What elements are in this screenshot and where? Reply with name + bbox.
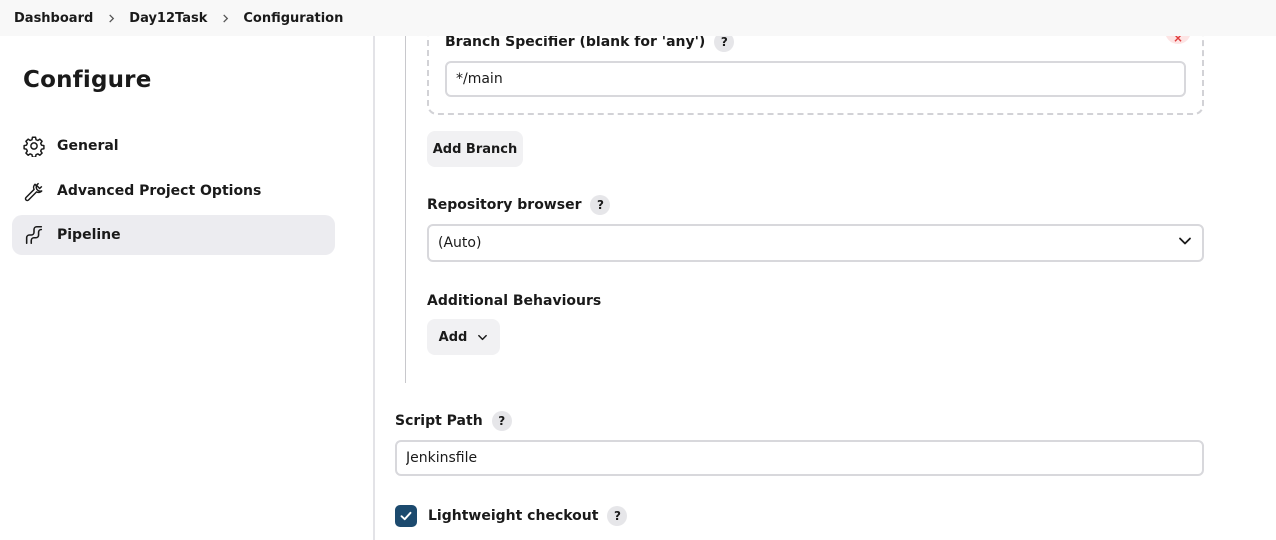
add-branch-button[interactable]: Add Branch xyxy=(427,131,523,167)
repository-browser-select[interactable]: (Auto) xyxy=(427,224,1204,262)
sidebar-item-advanced-project-options[interactable]: Advanced Project Options xyxy=(12,171,335,211)
chevron-right-icon xyxy=(207,0,243,36)
help-icon[interactable]: ? xyxy=(491,411,512,431)
add-branch-label: Add Branch xyxy=(432,141,518,157)
branch-specifier-input[interactable] xyxy=(445,61,1186,97)
additional-behaviours-label: Additional Behaviours xyxy=(427,291,601,311)
sidebar-item-general[interactable]: General xyxy=(12,126,335,166)
script-path-input[interactable] xyxy=(395,440,1204,476)
breadcrumb: Dashboard Day12Task Configuration xyxy=(0,0,1276,36)
branch-specifier-text: Branch Specifier (blank for 'any') xyxy=(445,34,706,50)
repository-browser-value: (Auto) xyxy=(438,235,482,251)
sidebar-item-pipeline[interactable]: Pipeline xyxy=(12,215,335,255)
breadcrumb-project[interactable]: Day12Task xyxy=(129,11,207,26)
sidebar-divider xyxy=(373,36,375,540)
script-path-text: Script Path xyxy=(395,413,483,429)
page-title: Configure xyxy=(23,67,152,93)
lightweight-checkout-checkbox[interactable] xyxy=(395,505,417,527)
breadcrumb-dashboard[interactable]: Dashboard xyxy=(14,11,93,26)
help-icon[interactable]: ? xyxy=(590,195,611,215)
pipeline-icon xyxy=(23,224,45,246)
chevron-down-icon xyxy=(478,334,488,340)
sidebar-item-label: General xyxy=(57,138,119,154)
checkmark-icon xyxy=(400,511,412,521)
lightweight-checkout-text[interactable]: Lightweight checkout xyxy=(428,508,598,524)
lightweight-checkout-label: Lightweight checkout ? xyxy=(428,506,628,526)
chevron-right-icon xyxy=(93,0,129,36)
wrench-icon xyxy=(23,180,45,202)
add-behaviour-button[interactable]: Add xyxy=(427,319,500,355)
add-behaviour-label: Add xyxy=(438,329,468,345)
sidebar: Configure General Advanced Project Optio… xyxy=(0,36,360,540)
gear-icon xyxy=(23,135,45,157)
sidebar-item-label: Pipeline xyxy=(57,227,121,243)
additional-behaviours-text: Additional Behaviours xyxy=(427,293,602,309)
sidebar-item-label: Advanced Project Options xyxy=(57,183,262,199)
chevron-down-icon xyxy=(1178,234,1192,252)
repository-browser-label: Repository browser ? xyxy=(427,195,611,215)
section-divider xyxy=(405,36,406,383)
repository-browser-text: Repository browser xyxy=(427,197,582,213)
help-icon[interactable]: ? xyxy=(607,506,628,526)
breadcrumb-configuration[interactable]: Configuration xyxy=(243,11,343,26)
script-path-label: Script Path ? xyxy=(395,411,512,431)
